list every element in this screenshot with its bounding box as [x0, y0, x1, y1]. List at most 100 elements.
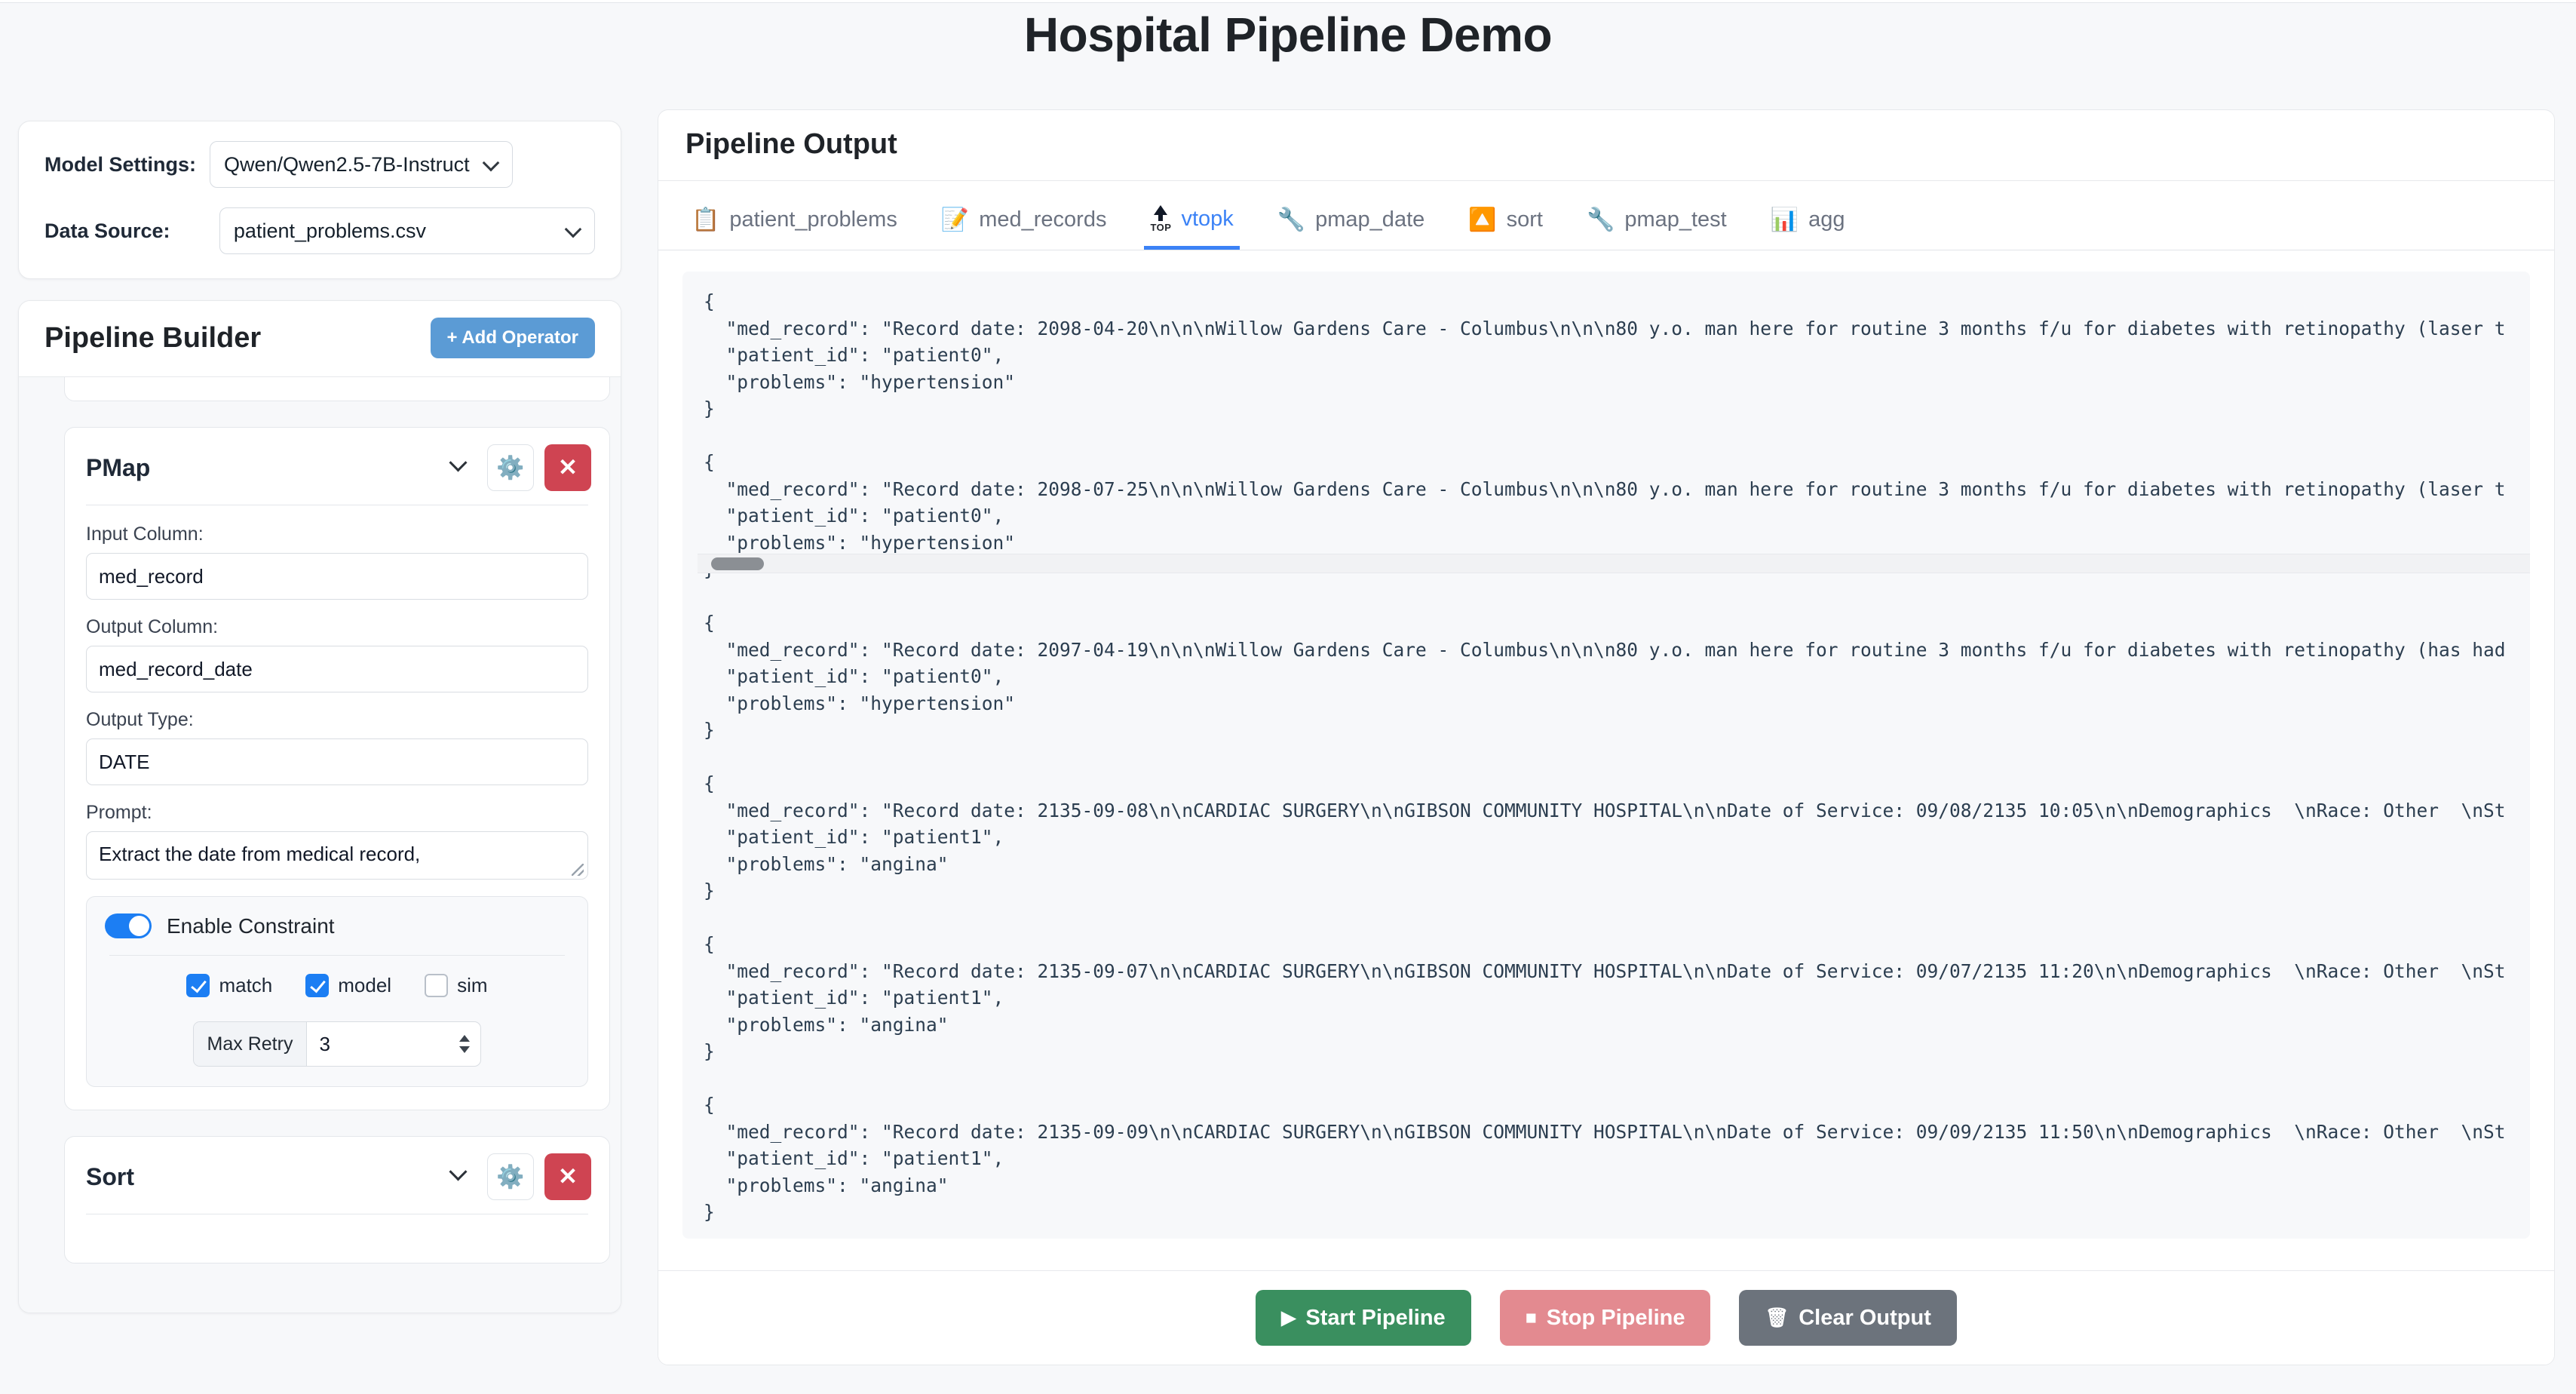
- checkbox-label: model: [338, 974, 392, 996]
- constraint-panel: Enable Constraint match model sim Max Re…: [86, 896, 588, 1087]
- field-label: Output Type:: [86, 709, 194, 730]
- checkbox-box[interactable]: [186, 974, 210, 997]
- trash-icon: 🗑: [1765, 1306, 1789, 1328]
- start-pipeline-button[interactable]: ▶ Start Pipeline: [1256, 1290, 1471, 1346]
- model-settings-card: Model Settings: Qwen/Qwen2.5-7B-Instruct…: [18, 121, 621, 279]
- checkbox-box[interactable]: [305, 974, 330, 997]
- tab-label: pmap_date: [1315, 207, 1425, 232]
- max-retry-group[interactable]: Max Retry 3: [192, 1021, 482, 1067]
- constraint-checkbox-group: match model sim: [105, 974, 569, 997]
- checkbox-label: sim: [457, 974, 488, 996]
- operator-delete-button[interactable]: ✕: [544, 1153, 591, 1200]
- pipeline-output-title: Pipeline Output: [658, 110, 2554, 181]
- toggle-knob: [129, 916, 149, 936]
- max-retry-value: 3: [319, 1032, 330, 1055]
- chevron-down-icon[interactable]: [449, 453, 468, 471]
- field-label: Output Column:: [86, 616, 219, 637]
- model-select[interactable]: Qwen/Qwen2.5-7B-Instruct: [210, 141, 513, 188]
- operator-card-pmap[interactable]: PMap ⚙️ ✕ Input Column: med_record Outpu…: [64, 427, 610, 1110]
- resize-grip-icon[interactable]: [572, 864, 584, 876]
- pipeline-output-panel: Pipeline Output 📋 patient_problems 📝 med…: [658, 109, 2555, 1365]
- tab-vtopk[interactable]: TOP vtopk: [1144, 198, 1240, 250]
- tab-med-records[interactable]: 📝 med_records: [935, 200, 1113, 250]
- chevron-down-icon[interactable]: [449, 1162, 468, 1181]
- gear-icon: ⚙️: [496, 1164, 525, 1190]
- enable-constraint-toggle[interactable]: [105, 913, 152, 938]
- tab-sort[interactable]: 🔼 sort: [1462, 200, 1549, 250]
- model-settings-row: Model Settings: Qwen/Qwen2.5-7B-Instruct: [44, 141, 595, 188]
- max-retry-row: Max Retry 3: [105, 1021, 569, 1067]
- pipeline-builder-card: Pipeline Builder + Add Operator PMap ⚙️: [18, 300, 621, 1313]
- updown-arrow-button-icon: 🔼: [1468, 207, 1497, 232]
- enable-constraint-label: Enable Constraint: [167, 913, 335, 938]
- left-panel: Model Settings: Qwen/Qwen2.5-7B-Instruct…: [18, 121, 621, 1313]
- chevron-down-icon: [564, 220, 582, 238]
- prompt-textarea[interactable]: Extract the date from medical record,: [86, 831, 588, 880]
- gear-icon: ⚙️: [496, 455, 525, 481]
- number-stepper[interactable]: [459, 1035, 471, 1053]
- pipeline-builder-header: Pipeline Builder + Add Operator: [19, 301, 621, 377]
- operator-settings-button[interactable]: ⚙️: [487, 444, 534, 491]
- field-output-column: Output Column: med_record_date: [65, 616, 609, 692]
- operator-header: Sort ⚙️ ✕: [65, 1137, 609, 1214]
- checkbox-model[interactable]: model: [305, 974, 391, 997]
- stop-pipeline-button[interactable]: ■ Stop Pipeline: [1499, 1290, 1711, 1346]
- constraint-divider: [109, 955, 565, 956]
- data-source-select[interactable]: patient_problems.csv: [219, 207, 595, 254]
- wrench-icon: 🔧: [1277, 207, 1306, 232]
- operator-list-scrollbar[interactable]: [606, 391, 615, 1040]
- checkbox-sim[interactable]: sim: [425, 974, 488, 997]
- stop-pipeline-label: Stop Pipeline: [1546, 1305, 1685, 1330]
- play-icon: ▶: [1281, 1307, 1296, 1328]
- field-label: Prompt:: [86, 802, 152, 823]
- data-source-row: Data Source: patient_problems.csv: [44, 207, 595, 254]
- bar-chart-icon: 📊: [1770, 207, 1799, 232]
- operator-list[interactable]: PMap ⚙️ ✕ Input Column: med_record Outpu…: [19, 377, 621, 1313]
- output-type-input[interactable]: DATE: [86, 738, 588, 785]
- tab-pmap-date[interactable]: 🔧 pmap_date: [1271, 200, 1431, 250]
- operator-header: PMap ⚙️ ✕: [65, 428, 609, 505]
- tab-pmap-test[interactable]: 🔧 pmap_test: [1581, 200, 1733, 250]
- data-source-select-value: patient_problems.csv: [233, 219, 427, 242]
- scrollbar-thumb[interactable]: [711, 557, 764, 570]
- operator-settings-button[interactable]: ⚙️: [487, 1153, 534, 1200]
- operator-delete-button[interactable]: ✕: [544, 444, 591, 491]
- enable-constraint-row[interactable]: Enable Constraint: [105, 913, 569, 938]
- output-actions: ▶ Start Pipeline ■ Stop Pipeline 🗑 Clear…: [658, 1270, 2554, 1365]
- stop-square-icon: ■: [1525, 1306, 1537, 1328]
- max-retry-input[interactable]: 3: [307, 1022, 480, 1066]
- checkbox-box[interactable]: [425, 974, 449, 997]
- stepper-up-icon[interactable]: [459, 1035, 471, 1042]
- tab-agg[interactable]: 📊 agg: [1765, 200, 1851, 250]
- top-arrow-icon: TOP: [1150, 205, 1171, 232]
- clear-output-label: Clear Output: [1799, 1305, 1931, 1330]
- checkbox-match[interactable]: match: [186, 974, 272, 997]
- memo-icon: 📝: [940, 207, 970, 232]
- operator-name: Sort: [86, 1162, 134, 1190]
- operator-card-sort[interactable]: Sort ⚙️ ✕: [64, 1136, 610, 1264]
- tab-label: med_records: [979, 207, 1107, 232]
- output-console[interactable]: { "med_record": "Record date: 2098-04-20…: [682, 272, 2530, 1239]
- prompt-text: Extract the date from medical record,: [99, 843, 421, 865]
- chevron-down-icon: [482, 154, 499, 172]
- input-column-input[interactable]: med_record: [86, 553, 588, 600]
- tab-label: sort: [1506, 207, 1543, 232]
- start-pipeline-label: Start Pipeline: [1305, 1305, 1446, 1330]
- add-operator-button[interactable]: + Add Operator: [430, 318, 595, 358]
- data-source-label: Data Source:: [44, 219, 170, 242]
- tab-label: vtopk: [1181, 206, 1234, 231]
- stepper-down-icon[interactable]: [459, 1046, 471, 1053]
- output-column-input[interactable]: med_record_date: [86, 646, 588, 692]
- clipboard-icon: 📋: [692, 207, 720, 232]
- page-title: Hospital Pipeline Demo: [1023, 8, 1553, 62]
- operator-name: PMap: [86, 453, 151, 481]
- tab-patient-problems[interactable]: 📋 patient_problems: [685, 200, 903, 250]
- app-root: Hospital Pipeline Demo Model Settings: Q…: [0, 0, 2576, 1394]
- operator-card-partial[interactable]: [64, 377, 610, 401]
- top-strip: [0, 0, 2576, 3]
- field-label: Input Column:: [86, 524, 204, 545]
- tab-label: patient_problems: [729, 207, 897, 232]
- tab-label: agg: [1808, 207, 1845, 232]
- clear-output-button[interactable]: 🗑 Clear Output: [1739, 1290, 1957, 1346]
- output-horizontal-scrollbar[interactable]: [698, 554, 2530, 573]
